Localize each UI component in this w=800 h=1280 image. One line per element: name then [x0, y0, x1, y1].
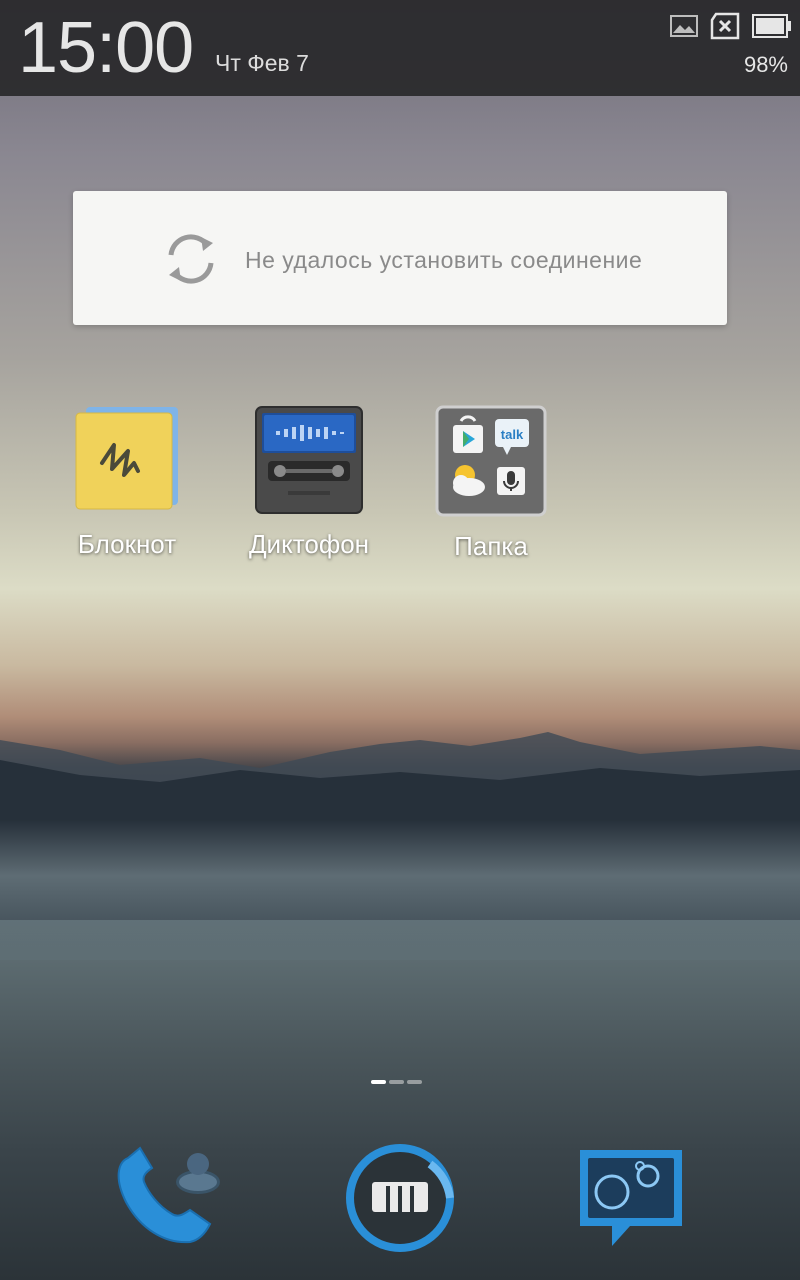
notes-icon[interactable]	[72, 405, 182, 515]
page-dot	[389, 1080, 404, 1084]
app-folder[interactable]: talk Папка	[401, 405, 581, 562]
app-notes[interactable]: Блокнот	[37, 405, 217, 560]
battery-percent: 98%	[743, 52, 788, 77]
svg-text:talk: talk	[501, 427, 524, 442]
voice-recorder-icon[interactable]	[254, 405, 364, 515]
clock: 15:00	[18, 8, 194, 88]
app-label-notes: Блокнот	[77, 529, 177, 559]
page-indicator[interactable]	[371, 1080, 422, 1084]
page-dot	[407, 1080, 422, 1084]
connection-widget[interactable]: Не удалось установить соединение	[73, 191, 727, 325]
phone-contacts-icon[interactable]	[112, 1144, 224, 1250]
status-bar[interactable]: 15:00 Чт Фев 7 98%	[0, 0, 800, 96]
gallery-icon	[670, 15, 698, 37]
battery-icon	[752, 14, 791, 38]
voice-search-icon	[497, 467, 525, 495]
home-screen: 15:00 Чт Фев 7 98% Не удалось установить…	[0, 0, 800, 1280]
sim-missing-icon	[710, 12, 740, 40]
app-voice-recorder[interactable]: Диктофон	[219, 405, 399, 560]
app-drawer-icon[interactable]	[344, 1142, 456, 1254]
status-icons	[670, 10, 792, 42]
folder-icon[interactable]: talk	[435, 405, 547, 517]
wallpaper-fog	[0, 820, 800, 960]
sync-icon[interactable]	[161, 229, 221, 289]
app-label-folder: Папка	[454, 531, 528, 561]
connection-error-text: Не удалось установить соединение	[245, 247, 643, 273]
app-label-voice-recorder: Диктофон	[248, 529, 370, 559]
messages-icon[interactable]	[578, 1148, 684, 1248]
page-dot	[371, 1080, 386, 1084]
date: Чт Фев 7	[215, 50, 309, 76]
